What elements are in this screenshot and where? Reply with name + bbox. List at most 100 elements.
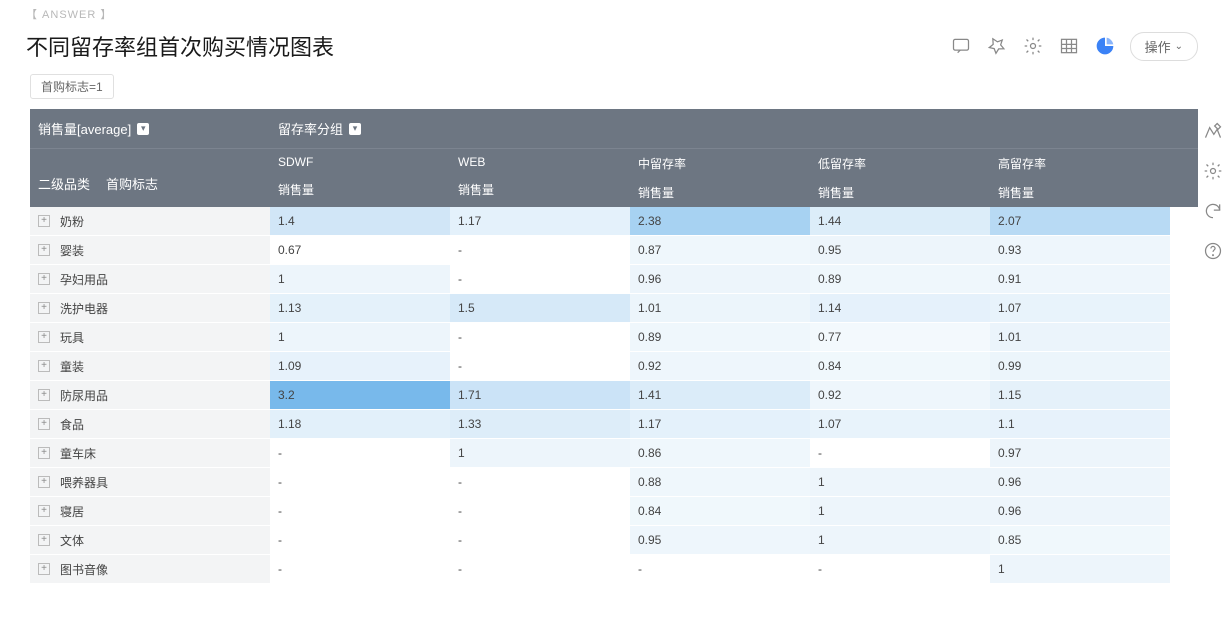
expand-icon[interactable]: + [38,418,50,430]
cell[interactable]: - [270,439,450,468]
column-header[interactable]: 高留存率 [990,149,1170,178]
pin-icon[interactable] [986,35,1008,57]
cell[interactable]: - [450,555,630,584]
cell[interactable]: - [450,236,630,265]
cell[interactable]: 1.4 [270,207,450,236]
cell[interactable]: 0.95 [810,236,990,265]
settings-icon[interactable] [1022,35,1044,57]
cell[interactable]: 1.17 [450,207,630,236]
cell[interactable]: - [270,526,450,555]
expand-icon[interactable]: + [38,563,50,575]
cell[interactable]: - [450,526,630,555]
cell[interactable]: - [450,352,630,381]
cell[interactable]: 1.01 [990,323,1170,352]
comment-icon[interactable] [950,35,972,57]
cell[interactable]: - [450,265,630,294]
edit-chart-icon[interactable] [1202,120,1224,142]
column-group: 高留存率销售量 [990,149,1170,207]
cell[interactable]: - [270,555,450,584]
column-header[interactable]: SDWF [270,149,450,175]
cell[interactable]: 0.92 [810,381,990,410]
cell[interactable]: 0.92 [630,352,810,381]
column-sub-header: 销售量 [450,175,630,204]
cell[interactable]: - [810,439,990,468]
cell[interactable]: 2.38 [630,207,810,236]
expand-icon[interactable]: + [38,389,50,401]
expand-icon[interactable]: + [38,505,50,517]
cell[interactable]: 1.15 [990,381,1170,410]
cell[interactable]: 0.96 [990,497,1170,526]
dropdown-icon[interactable]: ▾ [137,123,149,135]
cell[interactable]: - [270,497,450,526]
cell[interactable]: 0.89 [810,265,990,294]
cell[interactable]: 1 [810,497,990,526]
cell[interactable]: 1.18 [270,410,450,439]
cell[interactable]: 1.33 [450,410,630,439]
operations-button[interactable]: 操作 ⌄ [1130,32,1198,61]
refresh-icon[interactable] [1202,200,1224,222]
cell[interactable]: - [270,468,450,497]
cell[interactable]: 1.1 [990,410,1170,439]
cell[interactable]: 1 [270,323,450,352]
expand-icon[interactable]: + [38,447,50,459]
cell[interactable]: 1.14 [810,294,990,323]
chart-view-icon[interactable] [1094,35,1116,57]
cell[interactable]: 0.88 [630,468,810,497]
cell[interactable]: 0.85 [990,526,1170,555]
cell[interactable]: 1.5 [450,294,630,323]
cell[interactable]: 0.87 [630,236,810,265]
expand-icon[interactable]: + [38,476,50,488]
cell[interactable]: - [450,497,630,526]
cell[interactable]: 0.86 [630,439,810,468]
expand-icon[interactable]: + [38,215,50,227]
cell[interactable]: 0.84 [810,352,990,381]
gear-icon[interactable] [1202,160,1224,182]
cell[interactable]: 1.44 [810,207,990,236]
expand-icon[interactable]: + [38,244,50,256]
expand-icon[interactable]: + [38,360,50,372]
expand-icon[interactable]: + [38,331,50,343]
cell[interactable]: 1.09 [270,352,450,381]
cell[interactable]: - [630,555,810,584]
cell[interactable]: 1.17 [630,410,810,439]
expand-icon[interactable]: + [38,534,50,546]
cell[interactable]: 0.93 [990,236,1170,265]
metric-header[interactable]: 销售量[average] ▾ [30,109,270,148]
cell[interactable]: 1.01 [630,294,810,323]
cell[interactable]: 0.89 [630,323,810,352]
cell[interactable]: 1.41 [630,381,810,410]
cell[interactable]: 0.67 [270,236,450,265]
cell[interactable]: 0.96 [990,468,1170,497]
cell[interactable]: 0.77 [810,323,990,352]
cell[interactable]: 0.96 [630,265,810,294]
cell[interactable]: 0.99 [990,352,1170,381]
group-header[interactable]: 留存率分组 ▾ [270,109,1198,148]
help-icon[interactable] [1202,240,1224,262]
cell[interactable]: - [450,468,630,497]
cell[interactable]: - [810,555,990,584]
cell[interactable]: 0.91 [990,265,1170,294]
expand-icon[interactable]: + [38,302,50,314]
expand-icon[interactable]: + [38,273,50,285]
column-header[interactable]: 中留存率 [630,149,810,178]
cell[interactable]: 1.13 [270,294,450,323]
cell[interactable]: 1 [450,439,630,468]
cell[interactable]: 0.97 [990,439,1170,468]
cell[interactable]: 1 [810,468,990,497]
dropdown-icon[interactable]: ▾ [349,123,361,135]
column-header[interactable]: WEB [450,149,630,175]
cell[interactable]: 3.2 [270,381,450,410]
cell[interactable]: 1 [810,526,990,555]
filter-chip[interactable]: 首购标志=1 [30,74,114,99]
table-view-icon[interactable] [1058,35,1080,57]
cell[interactable]: 0.84 [630,497,810,526]
cell[interactable]: - [450,323,630,352]
cell[interactable]: 1 [270,265,450,294]
cell[interactable]: 1.71 [450,381,630,410]
cell[interactable]: 1.07 [990,294,1170,323]
column-header[interactable]: 低留存率 [810,149,990,178]
cell[interactable]: 1 [990,555,1170,584]
cell[interactable]: 0.95 [630,526,810,555]
cell[interactable]: 2.07 [990,207,1170,236]
cell[interactable]: 1.07 [810,410,990,439]
